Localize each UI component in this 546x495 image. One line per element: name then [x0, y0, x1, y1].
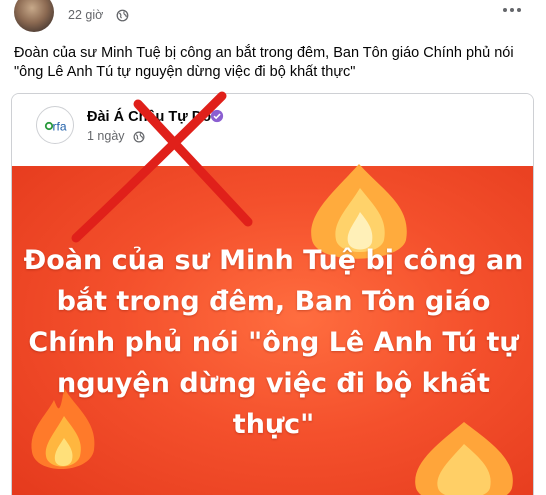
post-timestamp[interactable]: 22 giờ — [68, 8, 103, 22]
page-logo[interactable]: rfa — [36, 106, 74, 144]
shared-post-timestamp[interactable]: 1 ngày — [87, 129, 125, 143]
more-options-icon[interactable] — [500, 2, 524, 18]
globe-icon — [133, 131, 145, 143]
post-header: 22 giờ — [0, 0, 546, 34]
svg-text:rfa: rfa — [53, 120, 67, 134]
verified-badge-icon — [210, 109, 224, 123]
globe-icon — [116, 9, 129, 22]
shared-post-card[interactable]: rfa Đài Á Châu Tự Do 1 ngày Đoàn của sư … — [11, 93, 534, 495]
page-name[interactable]: Đài Á Châu Tự Do — [87, 109, 211, 125]
shared-image-banner[interactable]: Đoàn của sư Minh Tuệ bị công an bắt tron… — [12, 164, 533, 495]
rfa-logo-icon: rfa — [44, 120, 67, 134]
banner-headline: Đoàn của sư Minh Tuệ bị công an bắt tron… — [23, 245, 524, 440]
shared-post-header: rfa Đài Á Châu Tự Do 1 ngày — [12, 94, 533, 166]
post-text: Đoàn của sư Minh Tuệ bị công an bắt tron… — [14, 45, 514, 80]
avatar[interactable] — [14, 0, 54, 32]
